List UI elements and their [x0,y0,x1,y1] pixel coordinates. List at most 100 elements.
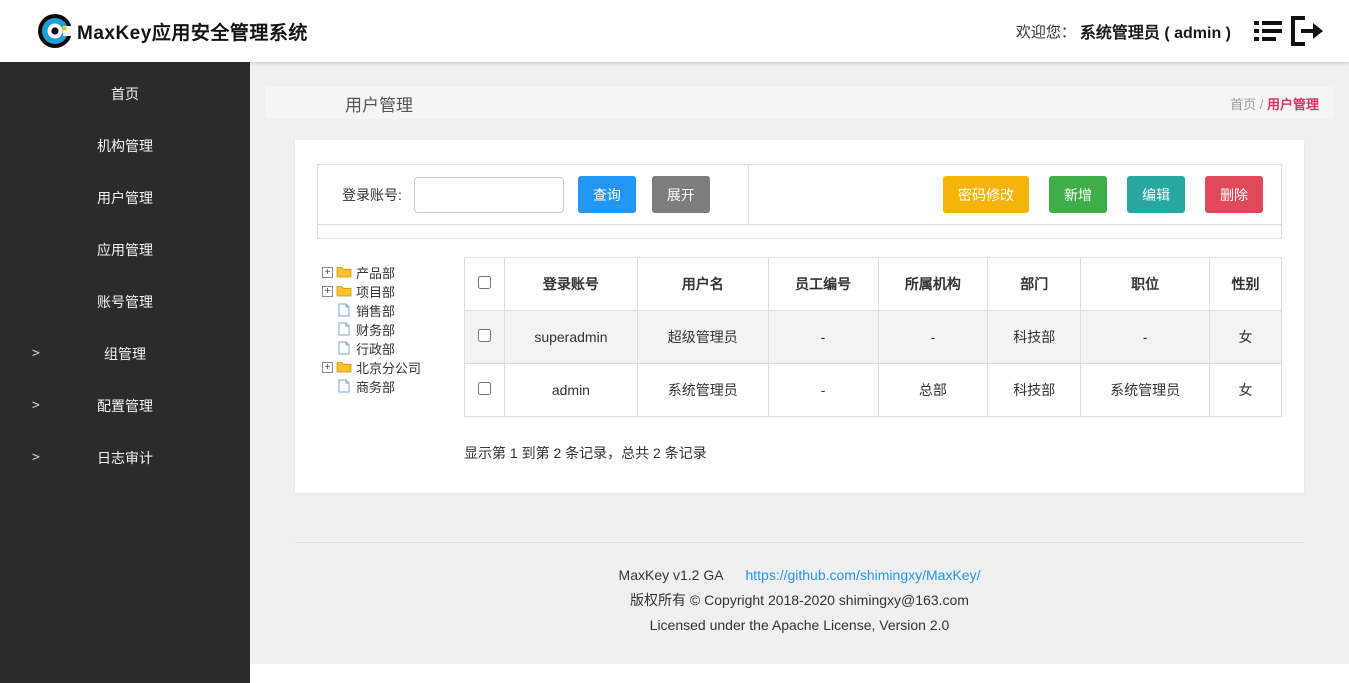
cell-username: 超级管理员 [637,311,768,364]
expand-plus-icon[interactable]: + [322,286,333,297]
cell-organization: - [878,311,988,364]
page-title: 用户管理 [265,91,413,116]
tree-item-label: 项目部 [356,282,395,301]
page-footer: MaxKey v1.2 GA https://github.com/shimin… [295,542,1304,633]
col-position: 职位 [1081,258,1210,311]
cell-position: 系统管理员 [1081,364,1210,417]
chevron-right-icon: > [32,380,40,432]
row-checkbox[interactable] [478,382,491,395]
tree-item-sales-dept[interactable]: 销售部 [322,301,464,319]
tree-item-label: 商务部 [356,377,395,396]
sidebar-item-group-mgmt[interactable]: > 组管理 [0,328,250,380]
expand-plus-icon[interactable]: + [322,267,333,278]
sidebar-item-label: 组管理 [104,346,146,362]
add-button[interactable]: 新增 [1049,176,1107,213]
sidebar-item-home[interactable]: 首页 [0,68,250,120]
expand-plus-icon[interactable]: + [322,362,333,373]
file-icon [336,379,352,393]
tree-item-label: 北京分公司 [356,358,421,377]
footer-license: Licensed under the Apache License, Versi… [295,617,1304,633]
action-buttons: 密码修改 新增 编辑 删除 [943,176,1281,213]
sidebar-item-log-audit[interactable]: > 日志审计 [0,432,250,484]
table-row[interactable]: superadmin 超级管理员 - - 科技部 - 女 [465,311,1282,364]
login-account-input[interactable] [414,177,564,213]
delete-button[interactable]: 删除 [1205,176,1263,213]
footer-line-1: MaxKey v1.2 GA https://github.com/shimin… [295,567,1304,583]
sidebar-item-label: 配置管理 [97,398,153,414]
col-username: 用户名 [637,258,768,311]
col-login-account: 登录账号 [504,258,637,311]
tree-item-admin-dept[interactable]: 行政部 [322,339,464,357]
pagination-summary: 显示第 1 到第 2 条记录，总共 2 条记录 [464,443,1282,463]
content-card: 登录账号: 查询 展开 密码修改 新增 编辑 删除 [295,140,1304,493]
tree-item-project-dept[interactable]: + 项目部 [322,282,464,300]
header-right: 欢迎您： 系统管理员 ( admin ) [1016,15,1349,47]
table-row[interactable]: admin 系统管理员 - 总部 科技部 系统管理员 女 [465,364,1282,417]
tree-item-label: 产品部 [356,263,395,282]
chevron-right-icon: > [32,328,40,380]
sidebar: 首页 机构管理 用户管理 应用管理 账号管理 > 组管理 > 配置管理 > 日志… [0,62,250,683]
table-header-row: 登录账号 用户名 员工编号 所属机构 部门 职位 性别 [465,258,1282,311]
sidebar-item-label: 用户管理 [97,190,153,206]
search-form: 登录账号: 查询 展开 [318,165,749,224]
cell-login-account: superadmin [504,311,637,364]
collapsed-search-area [318,225,1281,238]
file-icon [336,303,352,317]
cell-gender: 女 [1210,311,1282,364]
expand-button[interactable]: 展开 [652,176,710,213]
tree-item-label: 行政部 [356,339,395,358]
tree-item-business-dept[interactable]: 商务部 [322,377,464,395]
tree-item-finance-dept[interactable]: 财务部 [322,320,464,338]
cell-department: 科技部 [988,311,1081,364]
change-password-button[interactable]: 密码修改 [943,176,1029,213]
sidebar-nav: 首页 机构管理 用户管理 应用管理 账号管理 > 组管理 > 配置管理 > 日志… [0,62,250,484]
sidebar-item-label: 账号管理 [97,294,153,310]
edit-button[interactable]: 编辑 [1127,176,1185,213]
query-button[interactable]: 查询 [578,176,636,213]
maxkey-logo-icon [36,12,74,50]
sidebar-item-app-mgmt[interactable]: 应用管理 [0,224,250,276]
app-title: MaxKey应用安全管理系统 [77,18,308,45]
brand: MaxKey应用安全管理系统 [0,12,308,50]
cell-employee-no: - [768,311,878,364]
sidebar-item-account-mgmt[interactable]: 账号管理 [0,276,250,328]
sidebar-item-config-mgmt[interactable]: > 配置管理 [0,380,250,432]
folder-icon [336,265,352,279]
menu-list-icon[interactable] [1253,18,1283,44]
cell-position: - [1081,311,1210,364]
col-organization: 所属机构 [878,258,988,311]
row-checkbox[interactable] [478,329,491,342]
breadcrumb-current: 用户管理 [1267,97,1319,112]
col-department: 部门 [988,258,1081,311]
select-all-cell [465,258,505,311]
cell-gender: 女 [1210,364,1282,417]
tree-item-product-dept[interactable]: + 产品部 [322,263,464,281]
folder-icon [336,360,352,374]
file-icon [336,341,352,355]
welcome-label: 欢迎您： [1016,21,1076,42]
cell-department: 科技部 [988,364,1081,417]
org-tree: + 产品部 + 项目部 [322,257,464,463]
breadcrumb-home[interactable]: 首页 [1230,97,1256,112]
sidebar-item-label: 首页 [111,86,139,102]
tree-item-label: 财务部 [356,320,395,339]
select-all-checkbox[interactable] [478,276,491,289]
breadcrumb-separator: / [1260,97,1264,112]
version-text: MaxKey v1.2 GA [619,567,724,583]
tree-item-beijing-branch[interactable]: + 北京分公司 [322,358,464,376]
logout-icon[interactable] [1289,15,1325,47]
sidebar-item-label: 机构管理 [97,138,153,154]
sidebar-item-user-mgmt[interactable]: 用户管理 [0,172,250,224]
table-area: 登录账号 用户名 员工编号 所属机构 部门 职位 性别 [464,257,1282,463]
github-link[interactable]: https://github.com/shimingxy/MaxKey/ [745,567,980,583]
cell-username: 系统管理员 [637,364,768,417]
chevron-right-icon: > [32,432,40,484]
cell-employee-no: - [768,364,878,417]
sidebar-item-org-mgmt[interactable]: 机构管理 [0,120,250,172]
toolbar-row: 登录账号: 查询 展开 密码修改 新增 编辑 删除 [318,165,1281,225]
col-employee-no: 员工编号 [768,258,878,311]
sidebar-item-label: 应用管理 [97,242,153,258]
current-user: 系统管理员 ( admin ) [1080,19,1231,43]
col-gender: 性别 [1210,258,1282,311]
top-header: MaxKey应用安全管理系统 欢迎您： 系统管理员 ( admin ) [0,0,1349,62]
